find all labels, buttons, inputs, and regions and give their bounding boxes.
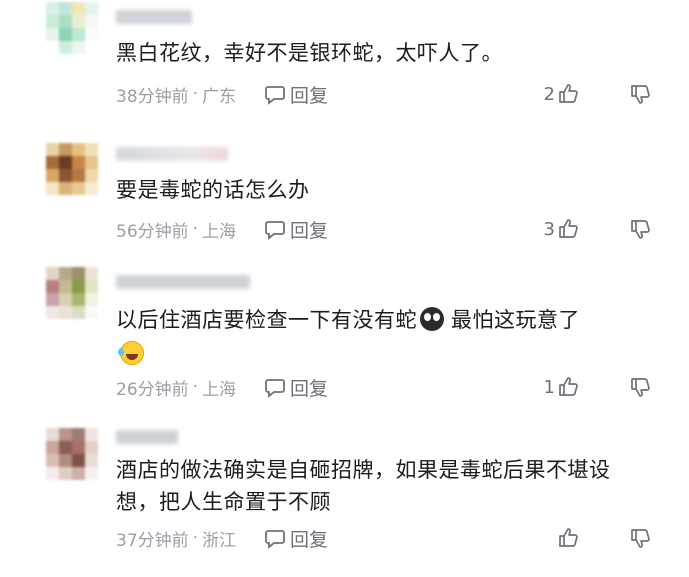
avatar[interactable] [46,267,98,319]
comment-location: 广东 [202,86,237,107]
comment-text-part: 最怕这玩意了 [451,308,580,332]
separator: · [192,84,199,104]
dislike-button[interactable] [629,373,653,401]
reply-button[interactable]: 回复 [264,525,328,552]
reply-label: 回复 [290,84,329,107]
like-button[interactable]: 3 [544,215,581,243]
comment-meta: 37分钟前 · 浙江 回复 [116,524,328,552]
comment-time: 38分钟前 [116,86,189,107]
thumbs-up-icon [559,377,578,396]
like-button[interactable]: 2 [544,80,581,108]
separator: · [192,528,199,548]
username[interactable] [116,275,250,289]
comment-bubble-icon [265,86,285,105]
comment-location: 上海 [202,379,237,400]
like-button[interactable]: 1 [544,373,581,401]
dislike-button[interactable] [629,80,653,108]
comment-time: 56分钟前 [116,221,189,242]
reply-label: 回复 [290,377,329,400]
laughing-tears-emoji [118,341,144,365]
comment-text: 酒店的做法确实是自砸招牌，如果是毒蛇后果不堪设想，把人生命置于不顾 [116,458,611,514]
like-count: 3 [543,218,555,240]
username[interactable] [116,10,192,24]
separator: · [192,377,199,397]
comment-bubble-icon [265,221,285,240]
username[interactable] [116,147,228,161]
dislike-button[interactable] [629,524,653,552]
comment-time: 26分钟前 [116,379,189,400]
reply-button[interactable]: 回复 [264,216,328,243]
thumbs-down-icon [631,378,650,397]
comment-text: 以后住酒店要检查一下有没有蛇 最怕这玩意了 [116,303,636,371]
separator: · [192,219,199,239]
comment-location: 上海 [202,221,237,242]
comment-location: 浙江 [202,530,237,551]
thumbs-up-icon [559,84,578,103]
thumbs-down-icon [631,85,650,104]
reply-button[interactable]: 回复 [264,81,328,108]
avatar[interactable] [46,2,98,54]
comment-bubble-icon [265,530,285,549]
comment-text-part: 以后住酒店要检查一下有没有蛇 [116,308,417,332]
comment-meta: 38分钟前 · 广东 回复 [116,80,328,108]
thumbs-up-icon [559,528,578,547]
dislike-button[interactable] [629,215,653,243]
comment-bubble-icon [265,379,285,398]
thumbs-up-icon [559,219,578,238]
thumbs-down-icon [631,529,650,548]
comment-time: 37分钟前 [116,530,189,551]
username[interactable] [116,430,178,444]
like-button[interactable] [555,524,581,552]
comment-text: 要是毒蛇的话怎么办 [116,178,310,202]
scared-face-emoji [420,307,444,331]
avatar[interactable] [46,428,98,480]
like-count: 2 [543,83,555,105]
reply-label: 回复 [290,219,329,242]
thumbs-down-icon [631,220,650,239]
avatar[interactable] [46,143,98,195]
comment-meta: 26分钟前 · 上海 回复 [116,373,328,401]
comment-meta: 56分钟前 · 上海 回复 [116,215,328,243]
comment-text: 黑白花纹，幸好不是银环蛇，太吓人了。 [116,41,503,65]
reply-button[interactable]: 回复 [264,374,328,401]
reply-label: 回复 [290,528,329,551]
like-count: 1 [543,376,555,398]
